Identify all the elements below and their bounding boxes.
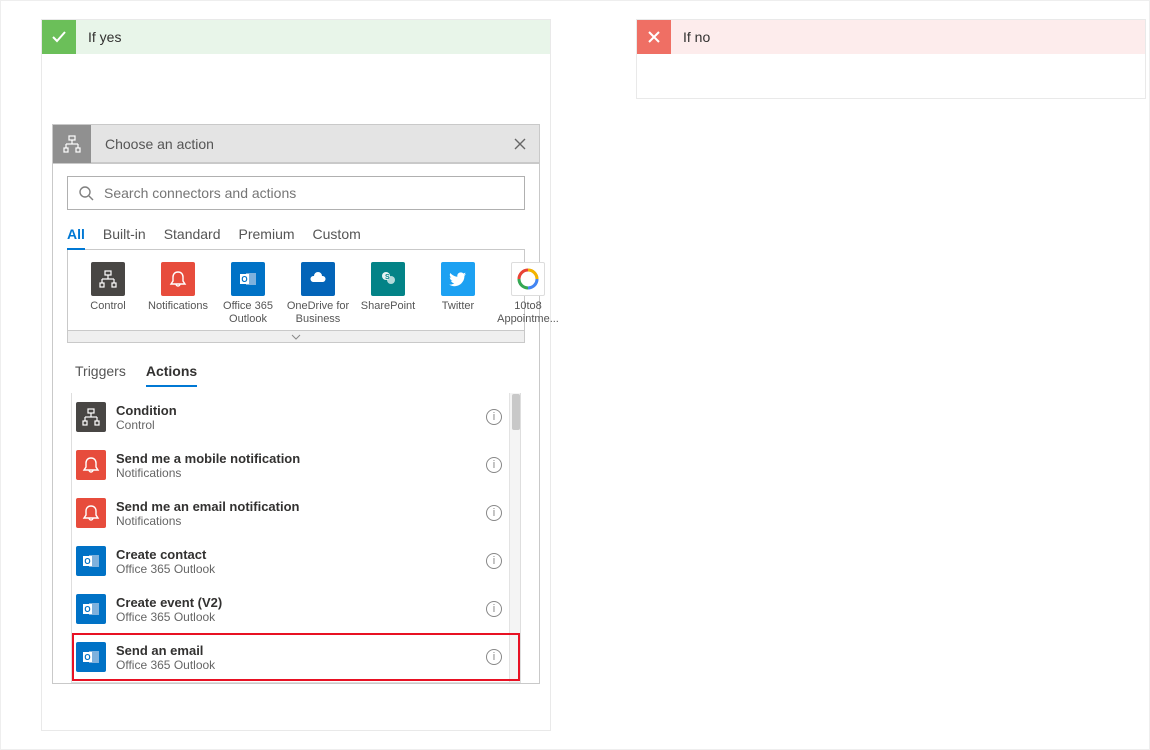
action-title: Send an email bbox=[116, 643, 486, 658]
action-text: Create event (V2)Office 365 Outlook bbox=[116, 595, 486, 624]
connector-label: SharePoint bbox=[353, 300, 423, 313]
connector-label: Notifications bbox=[143, 300, 213, 313]
action-list: ConditionControliSend me a mobile notifi… bbox=[71, 393, 521, 683]
action-item[interactable]: O Create event (V2)Office 365 Outlooki bbox=[72, 585, 520, 633]
info-icon[interactable]: i bbox=[486, 409, 502, 425]
notif-icon bbox=[76, 498, 106, 528]
connector-label: Office 365 Outlook bbox=[213, 300, 283, 326]
info-icon[interactable]: i bbox=[486, 505, 502, 521]
info-icon[interactable]: i bbox=[486, 649, 502, 665]
connector-sharepoint[interactable]: S SharePoint bbox=[354, 262, 422, 326]
action-subtitle: Control bbox=[116, 418, 486, 432]
control-flow-icon bbox=[53, 125, 91, 163]
category-tab-all[interactable]: All bbox=[67, 220, 85, 250]
connector-twitter[interactable]: Twitter bbox=[424, 262, 492, 326]
action-item[interactable]: Send me a mobile notificationNotificatio… bbox=[72, 441, 520, 489]
category-tab-standard[interactable]: Standard bbox=[164, 220, 221, 250]
info-icon[interactable]: i bbox=[486, 553, 502, 569]
result-tab-triggers[interactable]: Triggers bbox=[75, 363, 126, 387]
branch-yes-body: Choose an action All Built-in Standard Prem… bbox=[42, 54, 550, 730]
result-tab-actions[interactable]: Actions bbox=[146, 363, 197, 387]
dialog-header: Choose an action bbox=[53, 125, 539, 163]
action-subtitle: Notifications bbox=[116, 466, 486, 480]
svg-text:S: S bbox=[385, 274, 390, 281]
control-icon bbox=[76, 402, 106, 432]
branch-no-label: If no bbox=[683, 29, 710, 45]
svg-text:O: O bbox=[241, 275, 247, 284]
branch-yes-label: If yes bbox=[88, 29, 121, 45]
action-text: Send me an email notificationNotificatio… bbox=[116, 499, 486, 528]
action-title: Send me an email notification bbox=[116, 499, 486, 514]
chevron-down-icon bbox=[291, 334, 301, 340]
action-subtitle: Office 365 Outlook bbox=[116, 610, 486, 624]
branch-yes: If yes bbox=[41, 19, 551, 731]
checkmark-icon bbox=[42, 20, 76, 54]
search-input[interactable] bbox=[102, 184, 514, 202]
outlook-icon: O bbox=[76, 642, 106, 672]
connector-label: Control bbox=[73, 300, 143, 313]
expander-toggle[interactable] bbox=[68, 330, 524, 342]
dialog-body: All Built-in Standard Premium Custom Control… bbox=[53, 163, 539, 683]
action-title: Send me a mobile notification bbox=[116, 451, 486, 466]
outlook-icon: O bbox=[231, 262, 265, 296]
connector-outlook[interactable]: O Office 365 Outlook bbox=[214, 262, 282, 326]
branch-no-body bbox=[637, 54, 1145, 98]
branch-no: If no bbox=[636, 19, 1146, 99]
action-text: Send an emailOffice 365 Outlook bbox=[116, 643, 486, 672]
scrollbar-thumb[interactable] bbox=[512, 394, 520, 430]
connector-control[interactable]: Control bbox=[74, 262, 142, 326]
category-tabs: All Built-in Standard Premium Custom bbox=[67, 220, 525, 250]
connector-tento8[interactable]: 10to8 Appointme... bbox=[494, 262, 562, 326]
connector-notif[interactable]: Notifications bbox=[144, 262, 212, 326]
action-title: Condition bbox=[116, 403, 486, 418]
outlook-icon: O bbox=[76, 546, 106, 576]
action-text: Send me a mobile notificationNotificatio… bbox=[116, 451, 486, 480]
svg-text:O: O bbox=[84, 653, 90, 662]
action-text: ConditionControl bbox=[116, 403, 486, 432]
close-icon bbox=[514, 138, 526, 150]
connector-label: Twitter bbox=[423, 300, 493, 313]
action-subtitle: Office 365 Outlook bbox=[116, 562, 486, 576]
twitter-icon bbox=[441, 262, 475, 296]
action-item[interactable]: Send me an email notificationNotificatio… bbox=[72, 489, 520, 537]
connectors-row: ControlNotifications O Office 365 OutlookO… bbox=[68, 250, 524, 330]
svg-text:O: O bbox=[84, 557, 90, 566]
action-title: Create event (V2) bbox=[116, 595, 486, 610]
control-icon bbox=[91, 262, 125, 296]
onedrive-icon bbox=[301, 262, 335, 296]
connectors-panel: ControlNotifications O Office 365 OutlookO… bbox=[67, 249, 525, 343]
cross-icon bbox=[637, 20, 671, 54]
dialog-title: Choose an action bbox=[91, 136, 501, 152]
action-item[interactable]: O Create contactOffice 365 Outlooki bbox=[72, 537, 520, 585]
flow-canvas: If yes bbox=[0, 0, 1150, 750]
tento8-icon bbox=[511, 262, 545, 296]
connector-label: 10to8 Appointme... bbox=[493, 300, 563, 326]
info-icon[interactable]: i bbox=[486, 457, 502, 473]
category-tab-premium[interactable]: Premium bbox=[239, 220, 295, 250]
notif-icon bbox=[76, 450, 106, 480]
result-tabs: Triggers Actions bbox=[67, 343, 525, 387]
svg-text:O: O bbox=[84, 605, 90, 614]
close-button[interactable] bbox=[501, 125, 539, 163]
category-tab-built-in[interactable]: Built-in bbox=[103, 220, 146, 250]
action-subtitle: Office 365 Outlook bbox=[116, 658, 486, 672]
category-tab-custom[interactable]: Custom bbox=[313, 220, 361, 250]
action-subtitle: Notifications bbox=[116, 514, 486, 528]
search-icon bbox=[78, 185, 94, 201]
outlook-icon: O bbox=[76, 594, 106, 624]
choose-action-dialog: Choose an action All Built-in Standard Prem… bbox=[52, 124, 540, 684]
action-item[interactable]: ConditionControli bbox=[72, 393, 520, 441]
notif-icon bbox=[161, 262, 195, 296]
branch-no-header[interactable]: If no bbox=[637, 20, 1145, 54]
action-title: Create contact bbox=[116, 547, 486, 562]
connector-onedrive[interactable]: OneDrive for Business bbox=[284, 262, 352, 326]
sharepoint-icon: S bbox=[371, 262, 405, 296]
connector-label: OneDrive for Business bbox=[283, 300, 353, 326]
action-text: Create contactOffice 365 Outlook bbox=[116, 547, 486, 576]
info-icon[interactable]: i bbox=[486, 601, 502, 617]
search-box[interactable] bbox=[67, 176, 525, 210]
action-item[interactable]: O Send an emailOffice 365 Outlooki bbox=[72, 633, 520, 681]
branch-yes-header[interactable]: If yes bbox=[42, 20, 550, 54]
